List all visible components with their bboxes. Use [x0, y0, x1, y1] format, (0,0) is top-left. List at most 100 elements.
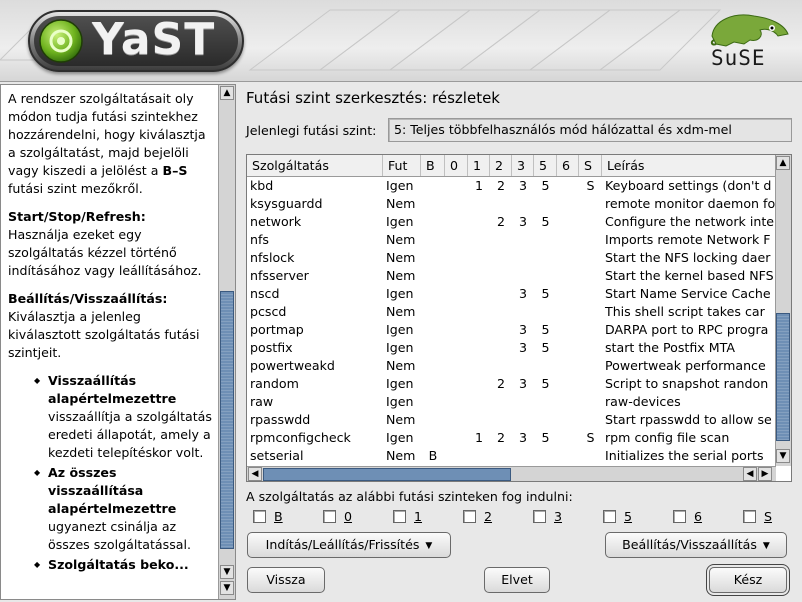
table-cell [579, 339, 602, 357]
table-row[interactable]: nfsserver Nem Start the kernel based NFS [247, 267, 776, 285]
checkbox-box[interactable] [253, 510, 266, 523]
table-header: Szolgáltatás Fut B 0 1 2 3 5 6 S Leírás [247, 155, 776, 177]
runlevel-checkbox-s[interactable]: S [743, 509, 772, 527]
column-header[interactable]: 5 [534, 155, 557, 176]
table-row[interactable]: raw Igen raw-devices [247, 393, 776, 411]
help-intro: A rendszer szolgáltatásait oly módon tud… [8, 90, 216, 198]
table-cell [512, 393, 534, 411]
table-cell [512, 267, 534, 285]
column-header[interactable]: Szolgáltatás [247, 155, 383, 176]
scroll-up-icon[interactable]: ▲ [220, 86, 234, 100]
table-cell [579, 231, 602, 249]
table-cell [490, 195, 512, 213]
column-header[interactable]: Fut [383, 155, 421, 176]
table-vertical-scrollbar[interactable]: ▲ ▼ [775, 155, 791, 466]
table-cell [534, 195, 557, 213]
table-body: kbd Igen 1 2 3 5 S Keyboard settings (don't d ks… [247, 177, 776, 467]
set-reset-button[interactable]: Beállítás/Visszaállítás ▼ [605, 532, 787, 558]
table-row[interactable]: rpmconfigcheck Igen 1 2 3 5 Srpm config file s… [247, 429, 776, 447]
scroll-up-icon[interactable]: ▲ [776, 156, 790, 170]
table-row[interactable]: network Igen 2 3 5 Configure the network inte [247, 213, 776, 231]
table-cell [579, 357, 602, 375]
table-row[interactable]: ksysguardd Nem remote monitor daemon fo [247, 195, 776, 213]
runlevel-checkbox-1[interactable]: 1 [393, 509, 422, 527]
runlevel-checkbox-5[interactable]: 5 [603, 509, 632, 527]
table-row[interactable]: rpasswdd Nem Start rpasswdd to allow se [247, 411, 776, 429]
table-cell [445, 231, 468, 249]
table-cell [557, 249, 579, 267]
checkbox-box[interactable] [673, 510, 686, 523]
checkbox-box[interactable] [463, 510, 476, 523]
table-cell [512, 303, 534, 321]
runlevel-checkbox-3[interactable]: 3 [533, 509, 562, 527]
table-row[interactable]: setserial Nem B Initializes the serial port… [247, 447, 776, 465]
column-header[interactable]: 1 [468, 155, 490, 176]
table-row[interactable]: kbd Igen 1 2 3 5 S Keyboard settings (don't d [247, 177, 776, 195]
scroll-left-icon[interactable]: ◀ [743, 467, 757, 481]
services-table[interactable]: Szolgáltatás Fut B 0 1 2 3 5 6 S Leírás … [246, 154, 792, 482]
scroll-left-icon[interactable]: ◀ [248, 467, 262, 481]
column-header[interactable]: 2 [490, 155, 512, 176]
table-cell: This shell script takes car [605, 304, 765, 319]
column-header[interactable]: B [421, 155, 445, 176]
table-cell [490, 447, 512, 465]
runlevel-checkbox-0[interactable]: 0 [323, 509, 352, 527]
runlevel-checkbox-6[interactable]: 6 [673, 509, 702, 527]
table-row[interactable]: portmap Igen 3 5 DARPA port to RPC progra [247, 321, 776, 339]
checkbox-box[interactable] [533, 510, 546, 523]
table-cell [468, 393, 490, 411]
runlevel-checkbox-b[interactable]: B [253, 509, 283, 527]
scroll-down-icon[interactable]: ▼ [776, 449, 790, 463]
table-cell: 5 [541, 376, 550, 391]
table-cell [421, 375, 445, 393]
checkbox-label: B [274, 509, 283, 524]
scroll-right-icon[interactable]: ▶ [758, 467, 772, 481]
checkbox-box[interactable] [603, 510, 616, 523]
table-row[interactable]: nfslock Nem Start the NFS locking daer [247, 249, 776, 267]
back-button[interactable]: Vissza [247, 567, 325, 593]
table-row[interactable]: pcscd Nem This shell script takes car [247, 303, 776, 321]
column-header[interactable]: S [579, 155, 602, 176]
table-cell: setserial [250, 448, 304, 463]
scroll-down-icon[interactable]: ▼ [220, 565, 234, 579]
table-cell [557, 303, 579, 321]
yast-title: YaST [92, 14, 216, 65]
table-cell [445, 303, 468, 321]
table-row[interactable]: nfs Nem Imports remote Network F [247, 231, 776, 249]
runlevel-checkbox-2[interactable]: 2 [463, 509, 492, 527]
help-scroll-thumb[interactable] [220, 291, 234, 549]
help-text-setreset: Kiválasztja a jelenleg kiválasztott szol… [8, 309, 200, 360]
abort-button[interactable]: Elvet [484, 567, 550, 593]
current-runlevel-label: Jelenlegi futási szint: [246, 123, 377, 138]
table-cell [579, 267, 602, 285]
scroll-down-icon[interactable]: ▼ [220, 581, 234, 595]
start-stop-refresh-button[interactable]: Indítás/Leállítás/Frissítés ▼ [247, 532, 451, 558]
column-header[interactable]: 3 [512, 155, 534, 176]
checkbox-box[interactable] [323, 510, 336, 523]
column-header[interactable]: 6 [557, 155, 579, 176]
table-cell: 5 [541, 340, 550, 355]
table-cell: Nem [386, 196, 416, 211]
table-row[interactable]: random Igen 2 3 5 Script to snapshot randon [247, 375, 776, 393]
table-cell: rpmconfigcheck [250, 430, 351, 445]
table-cell: 2 [496, 214, 505, 229]
table-row[interactable]: nscd Igen 3 5 Start Name Service Cache [247, 285, 776, 303]
table-cell [534, 411, 557, 429]
table-cell: Powertweak performance [605, 358, 766, 373]
table-cell: S [586, 178, 595, 193]
table-row[interactable]: powertweakd Nem Powertweak performance [247, 357, 776, 375]
table-horizontal-scrollbar[interactable]: ◀ ◀ ▶ [247, 466, 776, 481]
table-cell: 3 [518, 340, 527, 355]
horizontal-scroll-thumb[interactable] [263, 468, 511, 481]
finish-button[interactable]: Kész [709, 567, 787, 593]
checkbox-box[interactable] [393, 510, 406, 523]
checkbox-box[interactable] [743, 510, 756, 523]
table-cell: portmap [250, 322, 304, 337]
help-scrollbar[interactable]: ▲ ▼ ▼ [218, 85, 235, 599]
column-header[interactable]: Leírás [602, 155, 776, 176]
chevron-down-icon: ▼ [425, 541, 433, 551]
table-scroll-thumb[interactable] [776, 313, 790, 441]
table-row[interactable]: postfix Igen 3 5 start the Postfix MTA [247, 339, 776, 357]
column-header[interactable]: 0 [445, 155, 468, 176]
table-cell: network [250, 214, 302, 229]
